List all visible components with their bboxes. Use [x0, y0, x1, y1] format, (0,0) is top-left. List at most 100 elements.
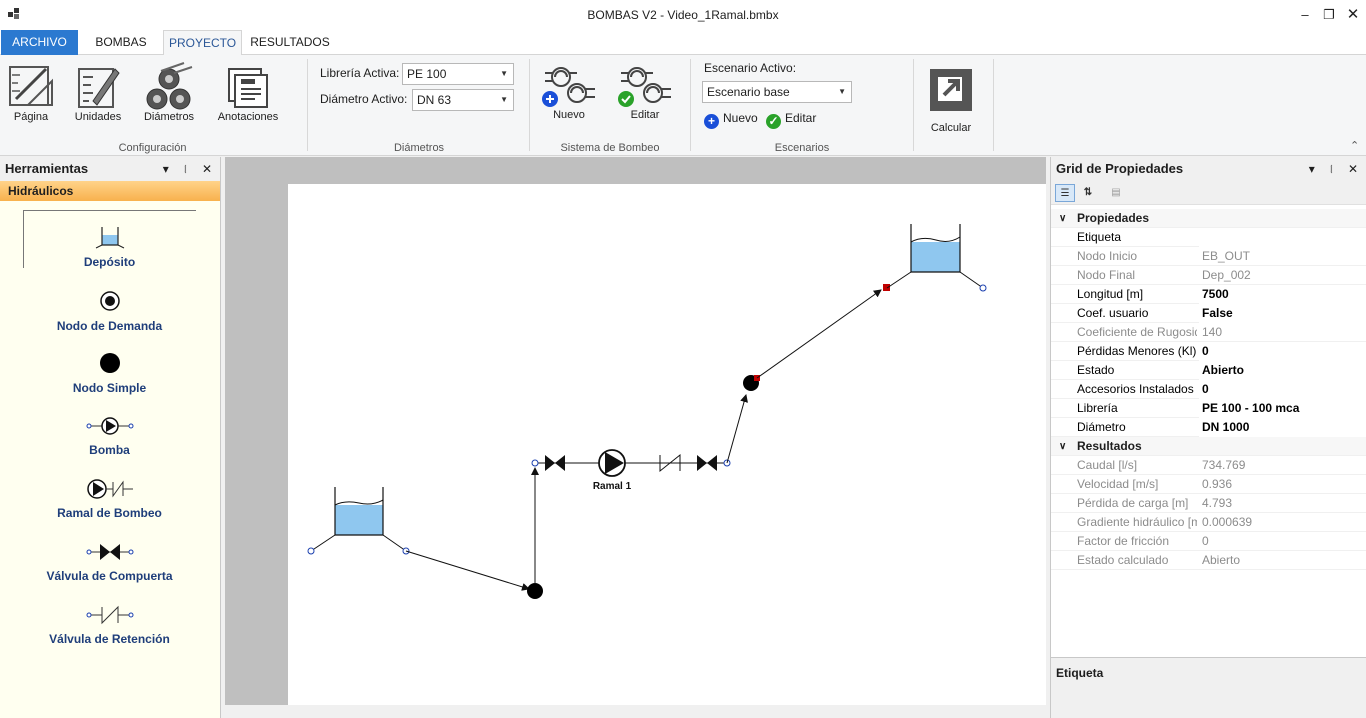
tab-resultados[interactable]: RESULTADOS [248, 30, 332, 55]
tool-nodo-simple[interactable]: Nodo Simple [0, 351, 219, 395]
pin-icon[interactable]: ⧙ [184, 162, 187, 176]
categorized-icon[interactable]: ☰ [1055, 184, 1075, 202]
property-value[interactable]: 7500 [1201, 285, 1366, 304]
annotations-button[interactable]: Anotaciones [212, 61, 284, 123]
chevron-down-icon: ▼ [500, 69, 508, 78]
property-row[interactable]: Coef. usuario False [1051, 304, 1366, 323]
property-row[interactable]: Longitud [m] 7500 [1051, 285, 1366, 304]
property-row[interactable]: Nodo Final Dep_002 [1051, 266, 1366, 285]
property-value[interactable]: DN 1000 [1201, 418, 1366, 437]
close-panel-icon[interactable]: ✕ [202, 162, 212, 176]
property-name: Accesorios Instalados [1077, 382, 1194, 396]
property-row[interactable]: Estado calculado Abierto [1051, 551, 1366, 570]
tool-valvula-retencion[interactable]: Válvula de Retención [0, 604, 219, 646]
property-value[interactable]: Abierto [1201, 361, 1366, 380]
property-row[interactable]: Coeficiente de Rugosidad 140 [1051, 323, 1366, 342]
title-bar: BOMBAS V2 - Video_1Ramal.bmbx – ❐ ✕ [0, 0, 1366, 30]
group-separator [307, 59, 308, 151]
drawing-page[interactable]: Ramal 1 [288, 184, 1046, 705]
property-row[interactable]: Etiqueta [1051, 228, 1366, 247]
property-row[interactable]: Accesorios Instalados 0 [1051, 380, 1366, 399]
tool-valvula-compuerta[interactable]: Válvula de Compuerta [0, 541, 219, 583]
property-row[interactable]: Gradiente hidráulico [m/m] 0.000639 [1051, 513, 1366, 532]
tool-bomba[interactable]: Bomba [0, 415, 219, 457]
property-value[interactable] [1201, 228, 1366, 247]
page-button[interactable]: Página [4, 61, 58, 123]
property-row[interactable]: Pérdida de carga [m] 4.793 [1051, 494, 1366, 513]
selection-handle-end[interactable] [883, 284, 890, 291]
properties-panel: Grid de Propiedades ▾ ⧙ ✕ ☰ ⇅ ▤ ∨ Propied… [1050, 157, 1366, 718]
tools-category[interactable]: Hidráulicos [0, 181, 220, 201]
scenario-combo[interactable]: Escenario base ▼ [702, 81, 852, 103]
simple-node-1[interactable] [527, 583, 543, 599]
library-combo[interactable]: PE 100 ▼ [402, 63, 514, 85]
tab-proyecto[interactable]: PROYECTO [163, 30, 242, 56]
close-icon[interactable]: ✕ [1342, 4, 1364, 26]
tab-bombas[interactable]: BOMBAS [85, 30, 157, 55]
property-row[interactable]: Factor de fricción 0 [1051, 532, 1366, 551]
new-pump-system-button[interactable]: Nuevo [540, 63, 598, 121]
tools-title: Herramientas [5, 161, 89, 176]
property-name: Factor de fricción [1077, 534, 1170, 548]
property-value[interactable]: PE 100 - 100 mca [1201, 399, 1366, 418]
pump-branch-ramal-1[interactable] [531, 449, 731, 477]
units-button[interactable]: Unidades [70, 61, 126, 123]
tank-deposito-1[interactable] [307, 487, 410, 555]
dropdown-icon[interactable]: ▾ [163, 162, 169, 176]
calculate-button[interactable]: Calcular [924, 67, 978, 134]
property-name: Gradiente hidráulico [m/m] [1077, 515, 1197, 529]
property-row[interactable]: Velocidad [m/s] 0.936 [1051, 475, 1366, 494]
tools-panel: Herramientas ▾ ⧙ ✕ Hidráulicos Depósito … [0, 157, 221, 718]
property-value: Abierto [1202, 553, 1241, 567]
property-section[interactable]: ∨ Propiedades [1051, 209, 1366, 228]
tool-nodo-demanda[interactable]: Nodo de Demanda [0, 289, 219, 333]
diameters-button[interactable]: Diámetros [140, 61, 198, 123]
property-value: 0.000639 [1202, 515, 1253, 529]
property-row[interactable]: Estado Abierto [1051, 361, 1366, 380]
pipe-1[interactable] [405, 550, 530, 591]
group-label-configuracion: Configuración [118, 142, 187, 154]
property-value[interactable]: False [1201, 304, 1366, 323]
calculate-icon [930, 69, 972, 111]
property-row[interactable]: Nodo Inicio EB_OUT [1051, 247, 1366, 266]
tab-archivo[interactable]: ARCHIVO [1, 30, 78, 55]
property-name: Longitud [m] [1077, 287, 1144, 301]
pipe-selected[interactable] [756, 289, 882, 379]
minimize-icon[interactable]: – [1294, 4, 1316, 26]
ribbon: Página Unidades Diámetros Anotaciones Co… [0, 55, 1366, 156]
edit-scenario-button[interactable]: ✓ Editar [766, 111, 816, 129]
property-value: 0 [1202, 534, 1209, 548]
property-name: Velocidad [m/s] [1077, 477, 1159, 491]
annotations-label: Anotaciones [217, 111, 279, 123]
tool-ramal-bombeo[interactable]: Ramal de Bombeo [0, 478, 219, 520]
property-pages-icon[interactable]: ▤ [1106, 184, 1126, 202]
group-separator [529, 59, 530, 151]
new-scenario-button[interactable]: + Nuevo [704, 111, 758, 129]
restore-icon[interactable]: ❐ [1318, 4, 1340, 26]
tank-deposito-2[interactable] [886, 224, 987, 292]
property-row[interactable]: Librería PE 100 - 100 mca [1051, 399, 1366, 418]
property-value[interactable]: 0 [1201, 380, 1366, 399]
group-separator [690, 59, 691, 151]
pump-branch-icon [86, 479, 133, 499]
network-diagram[interactable]: Ramal 1 [288, 184, 1046, 705]
diameter-combo[interactable]: DN 63 ▼ [412, 89, 514, 111]
sort-alpha-icon[interactable]: ⇅ [1078, 184, 1098, 202]
collapse-icon[interactable]: ∨ [1059, 437, 1066, 456]
close-panel-icon[interactable]: ✕ [1348, 162, 1358, 176]
collapse-ribbon-icon[interactable]: ⌃ [1350, 139, 1359, 152]
pin-icon[interactable]: ⧙ [1330, 162, 1333, 176]
property-section[interactable]: ∨ Resultados [1051, 437, 1366, 456]
dropdown-icon[interactable]: ▾ [1309, 162, 1315, 176]
tool-deposito[interactable]: Depósito [0, 225, 219, 269]
property-row[interactable]: Diámetro DN 1000 [1051, 418, 1366, 437]
property-name: Librería [1077, 401, 1118, 415]
diameters-label: Diámetros [143, 111, 195, 123]
diameter-label: Diámetro Activo: [320, 92, 408, 106]
collapse-icon[interactable]: ∨ [1059, 209, 1066, 228]
pipe-3[interactable] [726, 394, 748, 464]
property-value[interactable]: 0 [1201, 342, 1366, 361]
edit-pump-system-button[interactable]: Editar [614, 63, 676, 121]
property-row[interactable]: Caudal [l/s] 734.769 [1051, 456, 1366, 475]
property-row[interactable]: Pérdidas Menores (Kl) 0 [1051, 342, 1366, 361]
